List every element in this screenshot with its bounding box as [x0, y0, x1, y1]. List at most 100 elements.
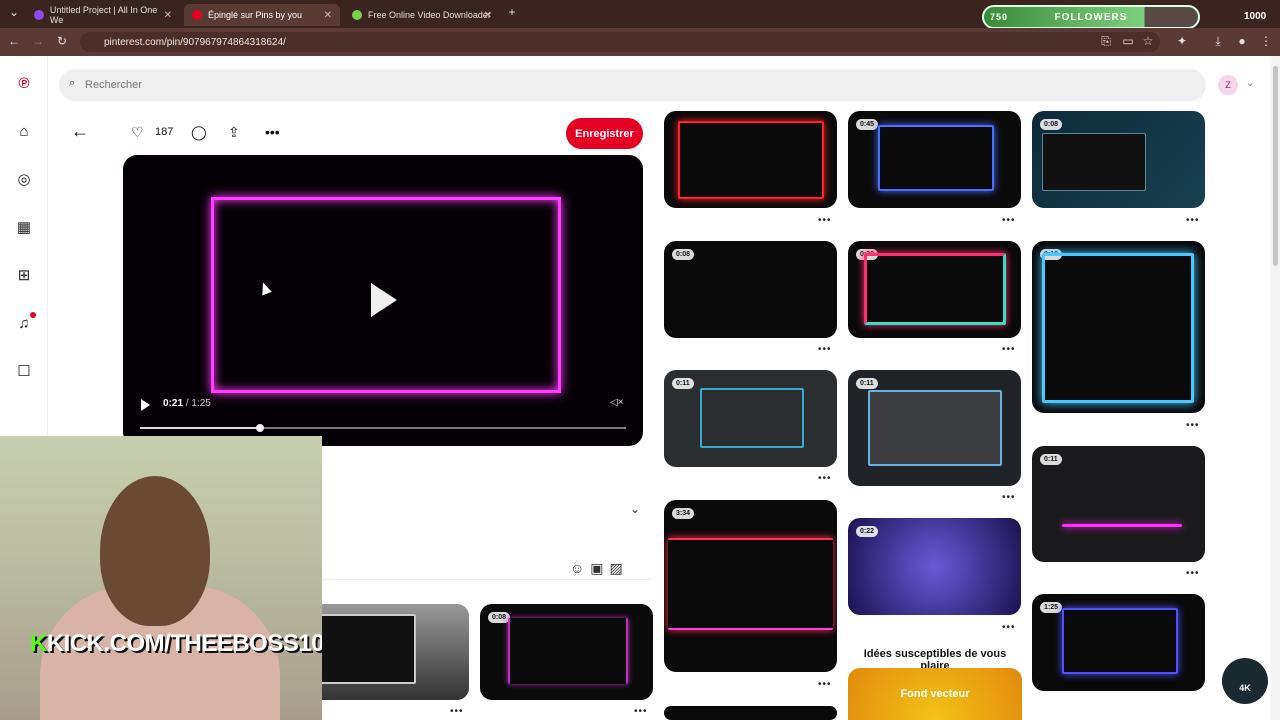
boards-icon[interactable]: ▦ [14, 218, 34, 238]
grid-pin[interactable]: 0:11 [664, 370, 837, 467]
duration-badge: 0:11 [856, 378, 878, 389]
mute-icon[interactable]: ◁× [610, 397, 624, 408]
translate-icon[interactable]: ⎘ [1098, 34, 1114, 49]
duration-badge: 0:08 [1040, 119, 1063, 130]
heart-icon[interactable]: ♡ [131, 124, 144, 141]
more-options-icon[interactable]: ••• [1186, 420, 1200, 431]
messages-icon[interactable]: ☐ [14, 362, 34, 382]
tab-label: Épinglé sur Pins by you [208, 10, 303, 20]
download-icon[interactable]: ⤓ [1210, 34, 1226, 49]
notification-badge [30, 312, 36, 318]
more-options-icon[interactable]: ••• [1186, 215, 1200, 226]
grid-pin[interactable]: 0:11 [1032, 446, 1205, 562]
home-icon[interactable]: ⌂ [14, 122, 34, 142]
image-icon[interactable]: ▨ [610, 560, 623, 577]
like-count: 187 [155, 126, 174, 138]
menu-kebab-icon[interactable]: ⋮ [1258, 34, 1274, 48]
url-text: pinterest.com/pin/907967974864318624/ [104, 36, 286, 48]
grid-pin[interactable]: 0:30 [848, 241, 1021, 338]
tab-search-icon[interactable]: ⌄ [6, 5, 22, 19]
chevron-down-icon[interactable]: ⌄ [630, 502, 640, 516]
idea-card-fond-vecteur[interactable]: Fond vecteur [848, 668, 1022, 720]
progress-knob[interactable] [256, 424, 265, 432]
video-time: 0:21 / 1:25 [163, 398, 211, 409]
gray-frame [306, 614, 416, 684]
more-options-icon[interactable]: ••• [818, 215, 832, 226]
close-icon[interactable]: ✕ [164, 10, 172, 21]
more-options-icon[interactable]: ••• [1186, 568, 1200, 579]
search-bar[interactable]: ⌕ Rechercher [59, 69, 1206, 101]
explore-compass-icon[interactable]: ◎ [14, 170, 34, 190]
followers-goal-bar: 750 FOLLOWERS [982, 5, 1200, 29]
tab-untitled-project[interactable]: Untitled Project | All In One We ✕ [26, 4, 180, 26]
emoji-icon[interactable]: ☺ [570, 560, 584, 577]
grid-pin[interactable]: 3:34 [664, 500, 837, 672]
back-arrow-icon[interactable]: ← [6, 34, 22, 48]
play-small-icon[interactable] [141, 399, 150, 411]
more-options-icon[interactable]: ••• [818, 679, 832, 690]
comment-icon[interactable]: ◯ [191, 124, 207, 141]
more-options-icon[interactable]: ••• [1002, 344, 1016, 355]
more-options-icon[interactable]: ••• [818, 473, 832, 484]
duration-badge: 3:34 [672, 508, 695, 519]
followers-label: FOLLOWERS [1054, 11, 1128, 23]
duration-badge: 0:08 [672, 249, 695, 260]
user-avatar[interactable]: Z [1218, 75, 1238, 95]
electric-blue-frame [1042, 253, 1194, 403]
scrollbar-thumb[interactable] [1273, 66, 1278, 266]
more-options-icon[interactable]: ••• [265, 124, 280, 140]
idea-card-label: Fond vecteur [900, 688, 970, 700]
kick-channel-label: KKICK.COM/THEEBOSS10 [30, 630, 322, 658]
more-options-icon[interactable]: ••• [1002, 622, 1016, 633]
pink-teal-frame [864, 253, 1006, 325]
progress-fill [140, 427, 261, 429]
forward-arrow-icon[interactable]: → [30, 34, 46, 48]
profile-avatar-icon[interactable]: ● [1234, 34, 1250, 48]
grid-pin[interactable]: 0:10 [1032, 241, 1205, 413]
grid-pin[interactable]: 1:25 [1032, 594, 1205, 691]
grid-pin[interactable] [664, 706, 837, 720]
channel-logo: 4K [1222, 658, 1268, 704]
more-options-icon[interactable]: ••• [1002, 492, 1016, 503]
url-field[interactable]: pinterest.com/pin/907967974864318624/ [80, 32, 1160, 52]
play-icon[interactable] [371, 283, 397, 317]
cast-icon[interactable]: ▭ [1120, 34, 1136, 48]
tab-pinterest[interactable]: Épinglé sur Pins by you ✕ [184, 4, 340, 26]
grid-pin[interactable]: 0:22 [848, 518, 1021, 615]
grid-pin[interactable]: 0:45 [848, 111, 1021, 208]
followers-goal: 1000 [1244, 11, 1267, 22]
related-pin-thumb[interactable]: 0:08 [480, 604, 653, 700]
more-options-icon[interactable]: ••• [1002, 215, 1016, 226]
grid-pin[interactable] [664, 111, 837, 208]
search-input[interactable]: Rechercher [85, 79, 142, 91]
extensions-icon[interactable]: ✦ [1174, 34, 1190, 48]
more-options-icon[interactable]: ••• [450, 706, 464, 717]
magenta-line [1062, 524, 1182, 527]
close-icon[interactable]: ✕ [324, 10, 332, 21]
new-tab-button[interactable]: + [504, 5, 520, 19]
page-scrollbar[interactable] [1271, 56, 1280, 720]
reload-icon[interactable]: ↻ [54, 34, 70, 48]
webcam-overlay: KKICK.COM/THEEBOSS10 [0, 436, 322, 720]
share-icon[interactable]: ⇪ [228, 124, 240, 141]
duration-badge: 1:25 [1040, 602, 1063, 613]
grid-pin[interactable]: 0:11 [848, 370, 1021, 486]
tab-video-downloader[interactable]: Free Online Video Downloader ✕ [344, 4, 500, 26]
chevron-down-icon[interactable]: ⌄ [1246, 78, 1254, 89]
tab-label: Untitled Project | All In One We [49, 5, 158, 25]
sticker-icon[interactable]: ▣ [590, 560, 603, 577]
more-options-icon[interactable]: ••• [634, 706, 648, 717]
grid-pin[interactable]: 0:08 [664, 241, 837, 338]
grid-pin[interactable]: 0:08 [1032, 111, 1205, 208]
more-options-icon[interactable]: ••• [818, 344, 832, 355]
download-favicon-icon [352, 10, 362, 20]
bookmark-star-icon[interactable]: ☆ [1140, 34, 1156, 48]
dark-frame [1042, 133, 1146, 191]
back-arrow-icon[interactable]: ← [71, 121, 89, 142]
create-plus-icon[interactable]: ⊞ [14, 266, 34, 286]
pin-video-player[interactable]: 0:21 / 1:25 ◁× [123, 155, 643, 446]
save-button[interactable]: Enregistrer [566, 118, 643, 149]
video-progress-bar[interactable] [140, 424, 626, 432]
close-icon[interactable]: ✕ [484, 10, 492, 21]
pinterest-logo-icon[interactable]: ℗ [14, 74, 34, 94]
